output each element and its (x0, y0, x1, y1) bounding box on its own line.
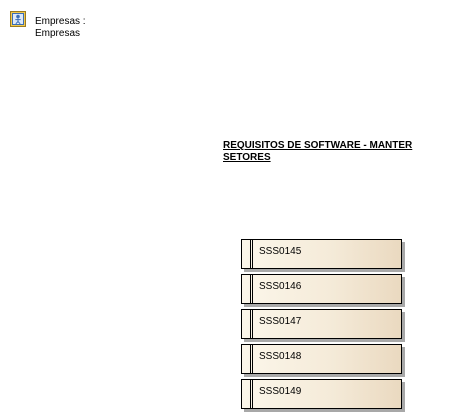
package-bar (250, 379, 251, 409)
package-bar (250, 239, 251, 269)
package-label: SSS0149 (259, 386, 302, 397)
package-sss0147[interactable]: SSS0147 (241, 309, 402, 339)
package-label: SSS0145 (259, 246, 302, 257)
package-sss0146[interactable]: SSS0146 (241, 274, 402, 304)
diagram-title: REQUISITOS DE SOFTWARE - MANTER SETORES (223, 140, 423, 164)
package-label: SSS0146 (259, 281, 302, 292)
package-label: SSS0148 (259, 351, 302, 362)
package-bar (252, 344, 253, 374)
package-bar (250, 274, 251, 304)
package-label: SSS0147 (259, 316, 302, 327)
package-bar (250, 344, 251, 374)
diagram-title-line2: SETORES (223, 152, 271, 163)
empresas-actor[interactable]: Empresas : Empresas (10, 11, 86, 40)
actor-label-line2: Empresas (35, 28, 81, 39)
diagram-title-line1: REQUISITOS DE SOFTWARE - MANTER (223, 140, 413, 151)
package-bar (252, 379, 253, 409)
package-sss0149[interactable]: SSS0149 (241, 379, 402, 409)
actor-label-line1: Empresas : (35, 16, 86, 27)
actor-label: Empresas : Empresas (35, 16, 86, 40)
package-sss0145[interactable]: SSS0145 (241, 239, 402, 269)
package-bar (250, 309, 251, 339)
actor-frame-icon (10, 11, 26, 27)
package-bar (252, 239, 253, 269)
package-bar (252, 309, 253, 339)
package-bar (252, 274, 253, 304)
package-sss0148[interactable]: SSS0148 (241, 344, 402, 374)
